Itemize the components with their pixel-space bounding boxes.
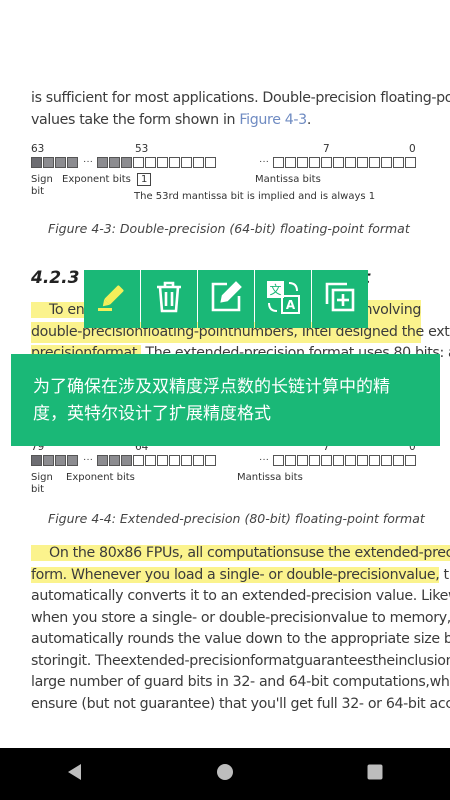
exponent-bits-label: Exponent bits xyxy=(66,472,135,483)
svg-text:A: A xyxy=(286,298,296,312)
sign-bit-label: Sign bit xyxy=(31,472,53,496)
text-line: form. Whenever you load a single- or dou… xyxy=(31,565,450,587)
highlighted-text[interactable]: involving xyxy=(359,300,421,322)
text-line: storingit. Theextended-precisionformatgu… xyxy=(31,652,450,669)
back-triangle-icon xyxy=(66,763,84,786)
add-note-button[interactable] xyxy=(198,270,254,328)
paragraph-fpu: On the 80x86 FPUs, all computationsuse t… xyxy=(31,543,450,715)
translate-icon: 文 A xyxy=(265,279,301,320)
figure-4-4-diagram: 79 64 7 0 ··· ··· Sign bit Exponent bits… xyxy=(31,441,421,501)
edit-note-icon xyxy=(209,280,243,319)
text-line: large number of guard bits in 32- and 64… xyxy=(31,674,450,690)
home-circle-icon xyxy=(216,763,234,786)
text-line: On the 80x86 FPUs, all computationsuse t… xyxy=(31,543,450,565)
text-line: is sufficient for most applications. Dou… xyxy=(31,90,450,106)
exponent-cells xyxy=(97,157,217,168)
text-fragment: . xyxy=(306,111,312,128)
document-page: is sufficient for most applications. Dou… xyxy=(0,0,450,748)
mantissa-cells xyxy=(273,455,417,466)
sign-exponent-cells xyxy=(31,157,79,168)
highlighted-text[interactable]: On the 80x86 FPUs, all computationsuse t… xyxy=(31,545,450,561)
mantissa-cells xyxy=(273,157,417,168)
copy-icon xyxy=(323,280,357,319)
text-line: ensure (but not guarantee) that you'll g… xyxy=(31,695,450,712)
exponent-cells xyxy=(97,455,217,466)
copy-button[interactable] xyxy=(312,270,368,328)
mantissa-bits-label: Mantissa bits xyxy=(237,472,303,483)
implied-bit-note: The 53rd mantissa bit is implied and is … xyxy=(134,191,376,202)
ellipsis: ··· xyxy=(83,156,93,167)
system-navigation-bar xyxy=(0,748,450,800)
selection-toolbar: 文 A xyxy=(84,270,368,328)
figure-link[interactable]: Figure 4-3 xyxy=(239,112,307,128)
home-button[interactable] xyxy=(175,748,275,800)
label-line: Sign xyxy=(31,472,53,483)
text-line: automatically rounds the value down to t… xyxy=(31,631,450,647)
highlighted-text[interactable]: To ens xyxy=(31,302,92,318)
highlight-button[interactable] xyxy=(84,270,140,328)
translation-popup[interactable]: 为了确保在涉及双精度浮点数的长链计算中的精度，英特尔设计了扩展精度格式 xyxy=(11,354,440,446)
back-button[interactable] xyxy=(25,748,125,800)
text-line: automatically converts it to an extended… xyxy=(31,588,450,604)
recents-square-icon xyxy=(366,763,384,786)
label-line: Sign xyxy=(31,174,53,185)
trash-icon xyxy=(154,280,184,319)
mantissa-bits-label: Mantissa bits xyxy=(255,174,321,185)
svg-text:文: 文 xyxy=(269,282,281,297)
label-line: bit xyxy=(31,186,45,197)
paragraph-intro: is sufficient for most applications. Dou… xyxy=(31,88,450,132)
bit-index: 53 xyxy=(135,143,149,155)
ellipsis: ··· xyxy=(259,156,269,167)
figure-4-3-diagram: 63 53 7 0 ··· ··· Sign bit Exponent bits… xyxy=(31,143,421,213)
ellipsis: ··· xyxy=(259,454,269,465)
translate-button[interactable]: 文 A xyxy=(255,270,311,328)
text-fragment: values take the form shown in xyxy=(31,111,240,128)
highlighter-icon xyxy=(95,280,129,319)
recents-button[interactable] xyxy=(325,748,425,800)
implied-bit-box: 1 xyxy=(137,173,152,186)
bit-index: 0 xyxy=(409,143,416,155)
bit-index: 63 xyxy=(31,143,45,155)
label-line: bit xyxy=(31,484,45,495)
text-line: values take the form shown in Figure 4-3… xyxy=(31,110,421,132)
bit-index: 7 xyxy=(323,143,330,155)
delete-highlight-button[interactable] xyxy=(141,270,197,328)
sign-bit-label: Sign bit xyxy=(31,174,53,198)
figure-4-4-caption: Figure 4-4: Extended-precision (80-bit) … xyxy=(48,511,425,526)
text-fragment: the FPU xyxy=(443,566,450,583)
sign-exponent-cells xyxy=(31,455,79,466)
highlighted-text[interactable]: form. Whenever you load a single- or dou… xyxy=(31,566,440,583)
figure-4-3-caption: Figure 4-3: Double-precision (64-bit) fl… xyxy=(48,221,410,236)
translation-text: 为了确保在涉及双精度浮点数的长链计算中的精度，英特尔设计了扩展精度格式 xyxy=(33,377,390,424)
exponent-bits-label: Exponent bits xyxy=(62,174,131,185)
ellipsis: ··· xyxy=(83,454,93,465)
text-line: when you store a single- or double-preci… xyxy=(31,609,450,626)
